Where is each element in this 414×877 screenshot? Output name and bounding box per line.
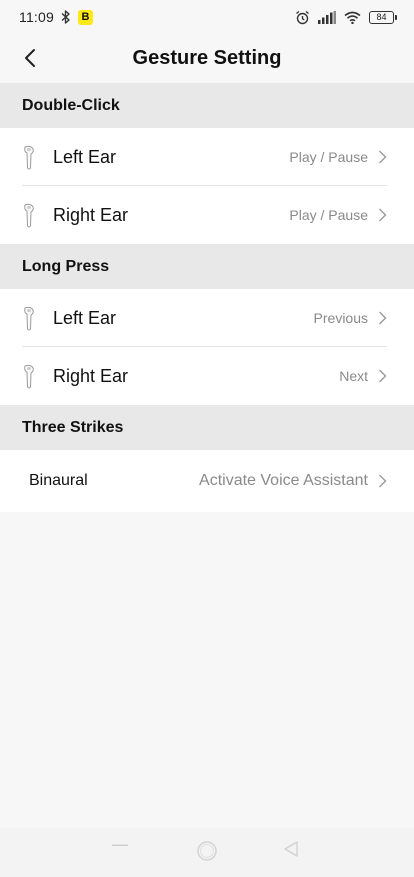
chevron-left-icon <box>25 49 35 67</box>
home-nav-button[interactable] <box>196 840 218 862</box>
section-header-long-press: Long Press <box>0 244 414 289</box>
long-press-right-ear-row[interactable]: Right Ear Next <box>0 347 414 405</box>
row-value: Play / Pause <box>289 149 368 165</box>
section-header-double-click: Double-Click <box>0 83 414 128</box>
chevron-right-icon <box>379 369 387 383</box>
notification-badge: B <box>78 9 93 25</box>
status-left: 11:09 B <box>19 9 93 25</box>
earbud-icon <box>24 145 34 170</box>
earbud-icon <box>24 364 34 389</box>
home-icon <box>197 841 217 861</box>
battery-level: 84 <box>376 12 387 22</box>
row-value: Activate Voice Assistant <box>199 472 368 489</box>
row-label: Right Ear <box>53 365 129 386</box>
back-triangle-icon <box>284 841 298 857</box>
status-bar: 11:09 B 84 <box>0 0 414 34</box>
chevron-right-icon <box>379 208 387 222</box>
gesture-setting-screen: 11:09 B 84 Gesture Setting Double-Click … <box>0 0 414 877</box>
section-header-three-strikes: Three Strikes <box>0 405 414 450</box>
battery-icon: 84 <box>369 10 397 24</box>
row-value: Play / Pause <box>289 207 368 223</box>
back-button[interactable] <box>18 46 42 70</box>
status-time: 11:09 <box>19 9 54 25</box>
chevron-right-icon <box>379 474 387 488</box>
double-click-right-ear-row[interactable]: Right Ear Play / Pause <box>0 186 414 244</box>
header: Gesture Setting <box>0 34 414 82</box>
row-label: Binaural <box>29 472 88 489</box>
double-click-left-ear-row[interactable]: Left Ear Play / Pause <box>0 128 414 186</box>
row-label: Left Ear <box>53 146 117 167</box>
signal-icon <box>318 10 336 24</box>
row-value: Previous <box>313 310 368 326</box>
menu-nav-button[interactable] <box>112 844 128 847</box>
menu-icon <box>112 844 128 846</box>
back-nav-button[interactable] <box>283 840 299 858</box>
long-press-left-ear-row[interactable]: Left Ear Previous <box>0 289 414 347</box>
status-right: 84 <box>295 10 397 25</box>
chevron-right-icon <box>379 311 387 325</box>
bluetooth-icon <box>61 10 70 24</box>
system-nav-bar <box>0 828 414 877</box>
three-strikes-binaural-row[interactable]: Binaural Activate Voice Assistant <box>0 450 414 512</box>
row-label: Left Ear <box>53 307 117 328</box>
earbud-icon <box>24 203 34 228</box>
alarm-icon <box>296 10 309 24</box>
page-title: Gesture Setting <box>132 46 282 69</box>
earbud-icon <box>24 306 34 331</box>
wifi-icon <box>344 11 361 24</box>
row-label: Right Ear <box>53 204 129 225</box>
chevron-right-icon <box>379 150 387 164</box>
row-value: Next <box>339 368 368 384</box>
